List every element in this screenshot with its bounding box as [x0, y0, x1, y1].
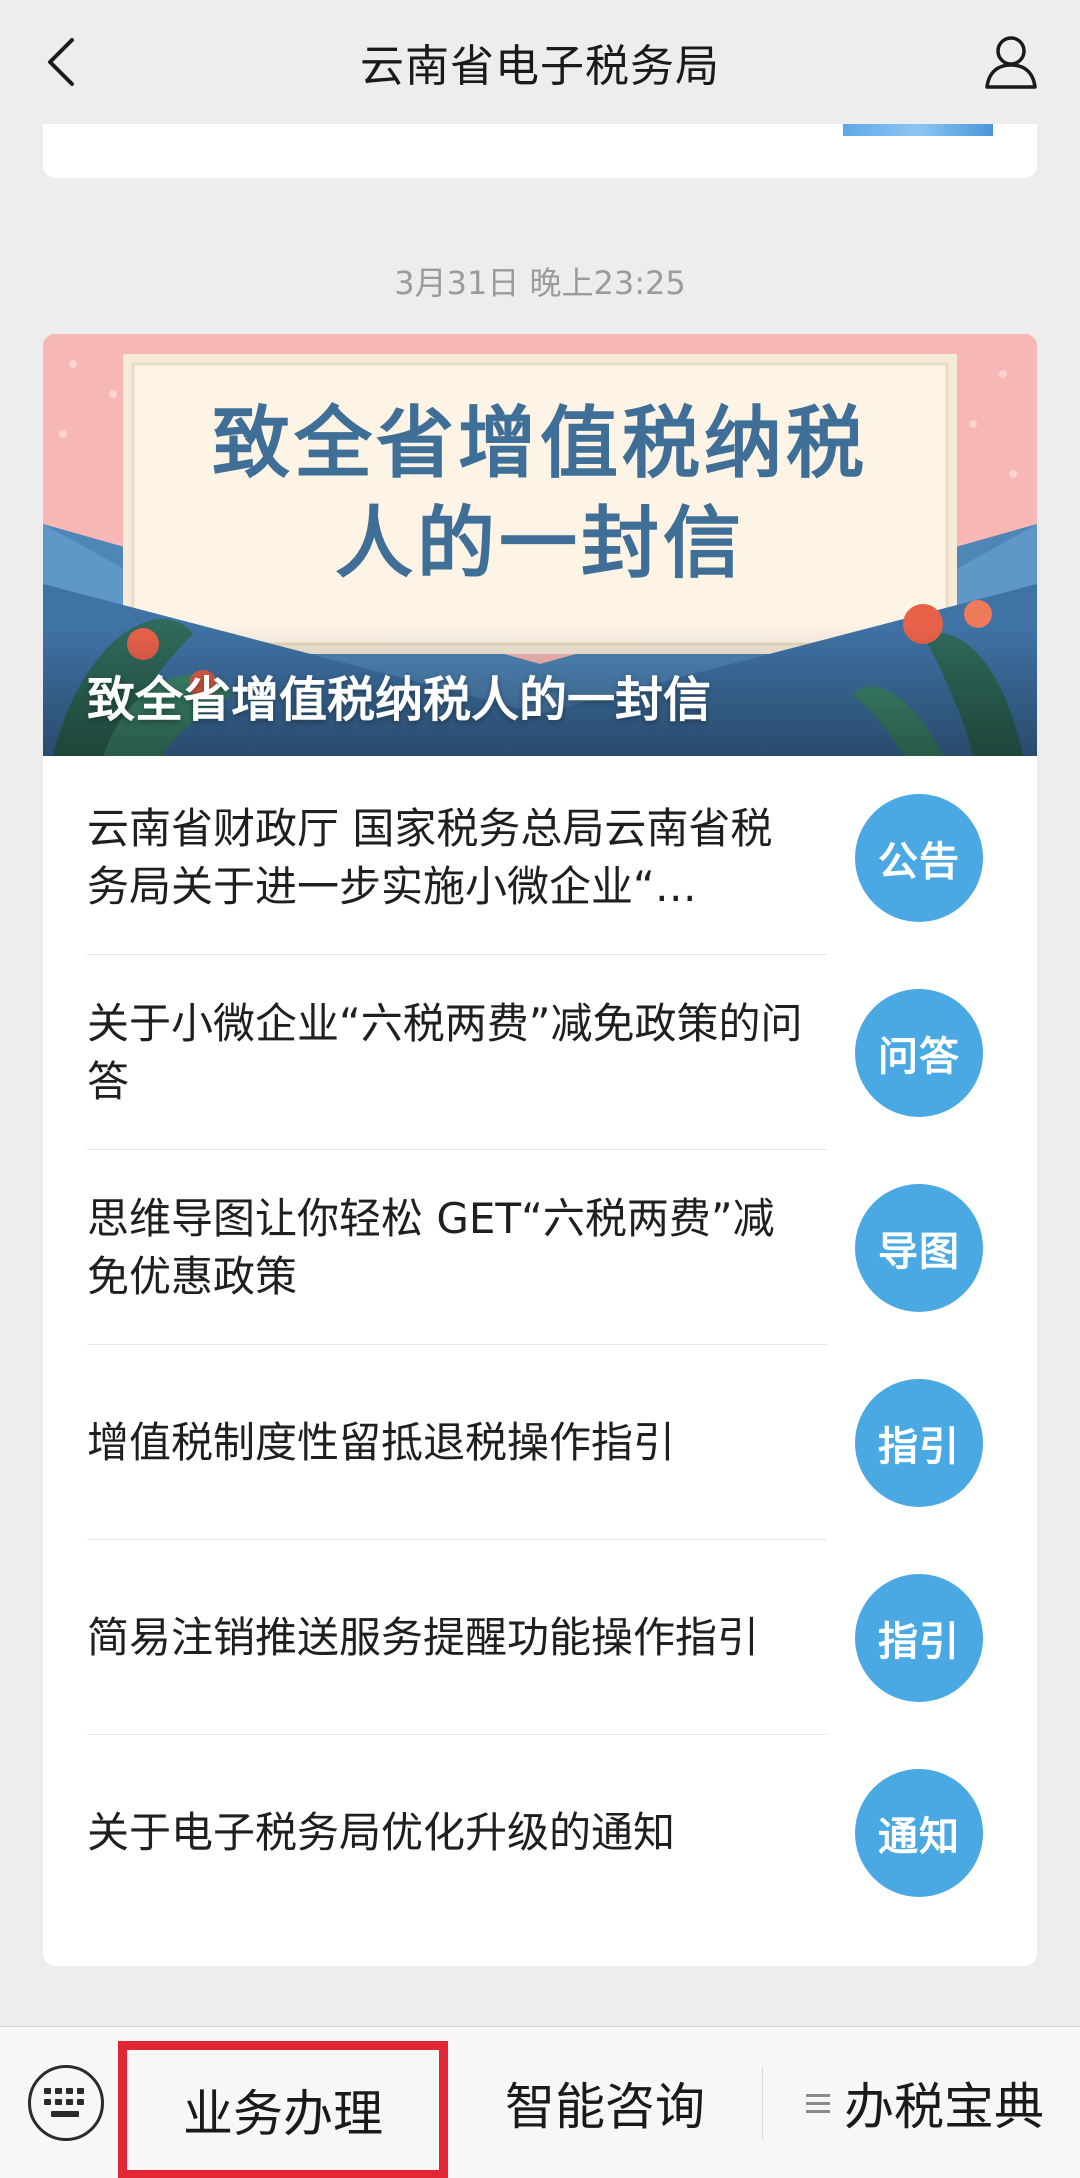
cover-headline-line-2: 人的一封信 [334, 499, 745, 589]
list-item[interactable]: 关于小微企业“六税两费”减免政策的问答 问答 [87, 955, 1037, 1150]
list-item[interactable]: 增值税制度性留抵退税操作指引 指引 [87, 1345, 1037, 1540]
article-cover[interactable]: 致全省增值税纳税 人的一封信 致全省增值税纳税人的一封信 [43, 334, 1037, 756]
keyboard-icon [44, 2088, 84, 2117]
list-item-title: 增值税制度性留抵退税操作指引 [87, 1417, 676, 1467]
menu-smart-consult[interactable]: 智能咨询 [448, 2027, 762, 2178]
list-item-badge: 指引 [855, 1573, 983, 1702]
bottom-menu-bar: 业务办理 智能咨询 办税宝典 [0, 2026, 1080, 2178]
submenu-icon [806, 2093, 830, 2113]
list-item-badge: 问答 [855, 988, 983, 1117]
article-card: 致全省增值税纳税 人的一封信 致全省增值税纳税人的一封信 云南省财政厅 国家税务… [43, 334, 1037, 1966]
message-timestamp: 3月31日 晚上23:25 [394, 264, 686, 302]
menu-business-handling[interactable]: 业务办理 [118, 2041, 448, 2178]
list-item[interactable]: 关于电子税务局优化升级的通知 通知 [87, 1735, 1037, 1930]
menu-tax-guide[interactable]: 办税宝典 [770, 2027, 1080, 2178]
list-item-title: 关于小微企业“六税两费”减免政策的问答 [87, 998, 803, 1106]
list-item[interactable]: 简易注销推送服务提醒功能操作指引 指引 [87, 1540, 1037, 1735]
previous-article-card[interactable] [43, 124, 1037, 178]
person-icon [985, 36, 1037, 89]
menu-tax-guide-label: 办税宝典 [844, 2078, 1044, 2136]
menu-smart-consult-label: 智能咨询 [505, 2078, 705, 2136]
cover-caption: 致全省增值税纳税人的一封信 [87, 672, 712, 728]
previous-article-thumbnail [843, 124, 993, 136]
menu-business-handling-label: 业务办理 [183, 2085, 383, 2143]
list-item[interactable]: 云南省财政厅 国家税务总局云南省税务局关于进一步实施小微企业“… 公告 [87, 760, 1037, 955]
list-item-title: 关于电子税务局优化升级的通知 [87, 1807, 676, 1857]
cover-headline: 致全省增值税纳税 人的一封信 [133, 394, 947, 594]
keyboard-toggle-button[interactable] [28, 2065, 104, 2141]
profile-button[interactable] [978, 28, 1044, 94]
cover-headline-line-1: 致全省增值税纳税 [211, 399, 868, 489]
back-button[interactable] [30, 30, 94, 94]
list-item-badge: 指引 [855, 1378, 983, 1507]
page-title: 云南省电子税务局 [360, 41, 720, 92]
list-item-badge: 公告 [855, 793, 983, 922]
list-item-title: 简易注销推送服务提醒功能操作指引 [87, 1612, 760, 1662]
list-item-badge: 通知 [855, 1768, 983, 1897]
article-list: 云南省财政厅 国家税务总局云南省税务局关于进一步实施小微企业“… 公告 关于小微… [43, 756, 1037, 1930]
menu-divider [762, 2067, 763, 2139]
list-item[interactable]: 思维导图让你轻松 GET“六税两费”减免优惠政策 导图 [87, 1150, 1037, 1345]
navbar: 云南省电子税务局 [0, 0, 1080, 124]
chevron-left-icon [48, 38, 74, 86]
list-item-badge: 导图 [855, 1183, 983, 1312]
list-item-title: 思维导图让你轻松 GET“六税两费”减免优惠政策 [87, 1193, 775, 1301]
list-item-title: 云南省财政厅 国家税务总局云南省税务局关于进一步实施小微企业“… [87, 803, 773, 911]
